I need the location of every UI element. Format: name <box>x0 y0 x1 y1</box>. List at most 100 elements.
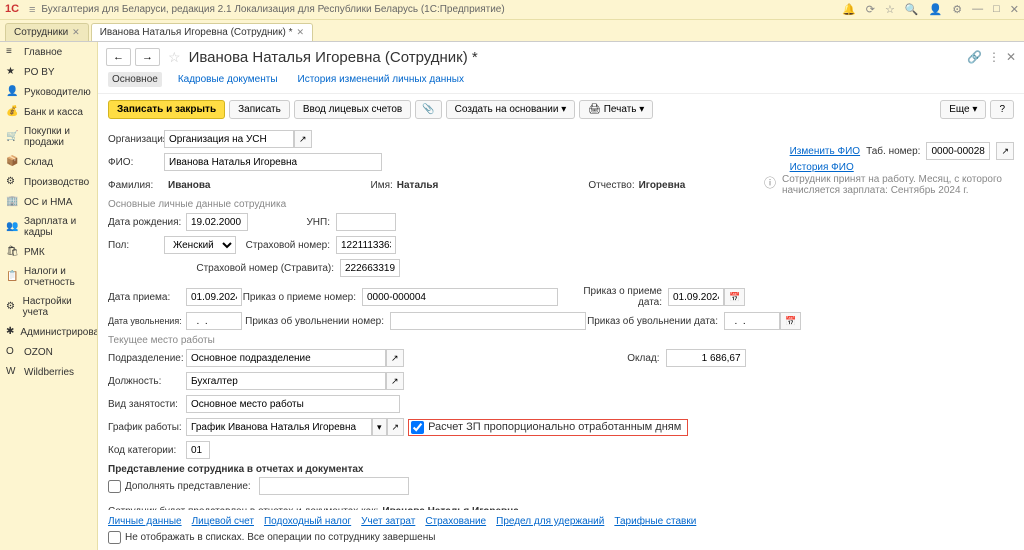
history-fio-link[interactable]: История ФИО <box>790 162 854 173</box>
footer-link-3[interactable]: Учет затрат <box>361 516 415 527</box>
user-icon[interactable]: 👤 <box>929 3 943 16</box>
favorite-star-icon[interactable]: ☆ <box>168 49 181 66</box>
birthdate-label: Дата рождения: <box>108 217 186 228</box>
tab-close-icon[interactable]: ✕ <box>72 27 80 38</box>
supplement-input[interactable] <box>259 477 409 495</box>
category-label: Код категории: <box>108 445 186 456</box>
sidebar-item-6[interactable]: ⚙Производство <box>0 172 97 192</box>
link-icon[interactable]: 🔗 <box>967 50 982 64</box>
save-close-button[interactable]: Записать и закрыть <box>108 100 225 119</box>
sidebar-item-14[interactable]: WWildberries <box>0 362 97 382</box>
unp-input[interactable] <box>336 213 396 231</box>
sidebar-item-8[interactable]: 👥Зарплата и кадры <box>0 212 97 242</box>
attach-icon[interactable]: 📎 <box>415 100 441 119</box>
hire-order-input[interactable] <box>362 288 558 306</box>
bell-icon[interactable]: 🔔 <box>842 3 856 16</box>
sidebar-item-9[interactable]: 🛍РМК <box>0 242 97 262</box>
tab-employees[interactable]: Сотрудники ✕ <box>5 23 89 41</box>
sidebar-icon: ★ <box>6 66 18 78</box>
salary-input[interactable] <box>666 349 746 367</box>
schedule-open-button[interactable]: ↗ <box>387 418 405 436</box>
star-icon[interactable]: ☆ <box>885 3 895 16</box>
dept-open-button[interactable]: ↗ <box>386 349 404 367</box>
search-icon[interactable]: 🔍 <box>905 3 919 16</box>
footer-link-5[interactable]: Предел для удержаний <box>496 516 604 527</box>
supplement-checkbox[interactable] <box>108 480 121 493</box>
sidebar-item-10[interactable]: 📋Налоги и отчетность <box>0 262 97 292</box>
change-fio-link[interactable]: Изменить ФИО <box>790 146 860 157</box>
more-button[interactable]: Еще ▾ <box>940 100 986 119</box>
sidebar-item-2[interactable]: 👤Руководителю <box>0 82 97 102</box>
footer-link-4[interactable]: Страхование <box>425 516 486 527</box>
menu-icon[interactable]: ≡ <box>29 4 35 16</box>
nav-forward-button[interactable]: → <box>135 48 160 66</box>
schedule-input[interactable] <box>186 418 372 436</box>
sidebar-item-3[interactable]: 💰Банк и касса <box>0 102 97 122</box>
position-input[interactable] <box>186 372 386 390</box>
accounts-button[interactable]: Ввод лицевых счетов <box>294 100 411 119</box>
calc-proportional-checkbox[interactable] <box>411 421 424 434</box>
footer-link-6[interactable]: Тарифные ставки <box>614 516 696 527</box>
no-display-checkbox[interactable] <box>108 531 121 544</box>
sidebar-icon: 📋 <box>6 271 18 283</box>
ins-stravita-input[interactable] <box>340 259 400 277</box>
hire-date-input[interactable] <box>186 288 242 306</box>
fire-date-input[interactable] <box>186 312 242 330</box>
close-icon[interactable]: ✕ <box>1010 3 1019 16</box>
section-representation: Представление сотрудника в отчетах и док… <box>108 464 1014 475</box>
sidebar-icon: 🏢 <box>6 196 18 208</box>
sidebar-item-12[interactable]: ✱Администрирование <box>0 322 97 342</box>
minimize-icon[interactable]: — <box>972 3 983 16</box>
org-open-button[interactable]: ↗ <box>294 130 312 148</box>
birthdate-input[interactable] <box>186 213 248 231</box>
sidebar-item-11[interactable]: ⚙Настройки учета <box>0 292 97 322</box>
tab-num-label: Таб. номер: <box>866 146 920 157</box>
print-button[interactable]: 🖨 Печать ▾ <box>579 100 653 119</box>
footer-link-1[interactable]: Лицевой счет <box>192 516 254 527</box>
dept-input[interactable] <box>186 349 386 367</box>
fio-input[interactable] <box>164 153 382 171</box>
gender-select[interactable]: Женский <box>164 236 236 254</box>
subtab-docs[interactable]: Кадровые документы <box>174 72 282 87</box>
sidebar-item-1[interactable]: ★PO BY <box>0 62 97 82</box>
org-input[interactable] <box>164 130 294 148</box>
settings-icon[interactable]: ⚙ <box>952 3 962 16</box>
position-open-button[interactable]: ↗ <box>386 372 404 390</box>
footer-link-0[interactable]: Личные данные <box>108 516 182 527</box>
sidebar-icon: 👥 <box>6 221 18 233</box>
category-input[interactable] <box>186 441 210 459</box>
create-based-button[interactable]: Создать на основании ▾ <box>446 100 576 119</box>
nav-back-button[interactable]: ← <box>106 48 131 66</box>
calendar-icon[interactable]: 📅 <box>780 312 801 330</box>
patronymic-label: Отчество: <box>588 180 634 191</box>
help-button[interactable]: ? <box>990 100 1014 119</box>
subtab-main[interactable]: Основное <box>108 72 162 87</box>
no-display-label: Не отображать в списках. Все операции по… <box>125 532 435 543</box>
hire-order-date-input[interactable] <box>668 288 724 306</box>
org-label: Организация: <box>108 134 164 145</box>
sidebar-item-4[interactable]: 🛒Покупки и продажи <box>0 122 97 152</box>
tab-num-open-button[interactable]: ↗ <box>996 142 1014 160</box>
employment-input[interactable] <box>186 395 400 413</box>
sidebar-item-13[interactable]: OOZON <box>0 342 97 362</box>
fire-order-input[interactable] <box>390 312 586 330</box>
history-icon[interactable]: ⟳ <box>866 3 875 16</box>
fire-order-label: Приказ об увольнении номер: <box>242 316 390 327</box>
more-icon[interactable]: ⋮ <box>988 50 1000 64</box>
tab-close-icon[interactable]: ✕ <box>297 27 305 38</box>
maximize-icon[interactable]: □ <box>993 3 1000 16</box>
page-title: Иванова Наталья Игоревна (Сотрудник) * <box>189 49 478 66</box>
calendar-icon[interactable]: 📅 <box>724 288 745 306</box>
schedule-dropdown-button[interactable]: ▾ <box>372 418 387 436</box>
sidebar-item-0[interactable]: ≡Главное <box>0 42 97 62</box>
save-button[interactable]: Записать <box>229 100 290 119</box>
subtab-history[interactable]: История изменений личных данных <box>294 72 468 87</box>
tab-employee-card[interactable]: Иванова Наталья Игоревна (Сотрудник) * ✕ <box>91 23 313 41</box>
sidebar-item-5[interactable]: 📦Склад <box>0 152 97 172</box>
close-content-icon[interactable]: ✕ <box>1006 50 1016 64</box>
ins-num-input[interactable] <box>336 236 396 254</box>
tab-num-input[interactable] <box>926 142 990 160</box>
fire-order-date-input[interactable] <box>724 312 780 330</box>
footer-link-2[interactable]: Подоходный налог <box>264 516 351 527</box>
sidebar-item-7[interactable]: 🏢ОС и НМА <box>0 192 97 212</box>
